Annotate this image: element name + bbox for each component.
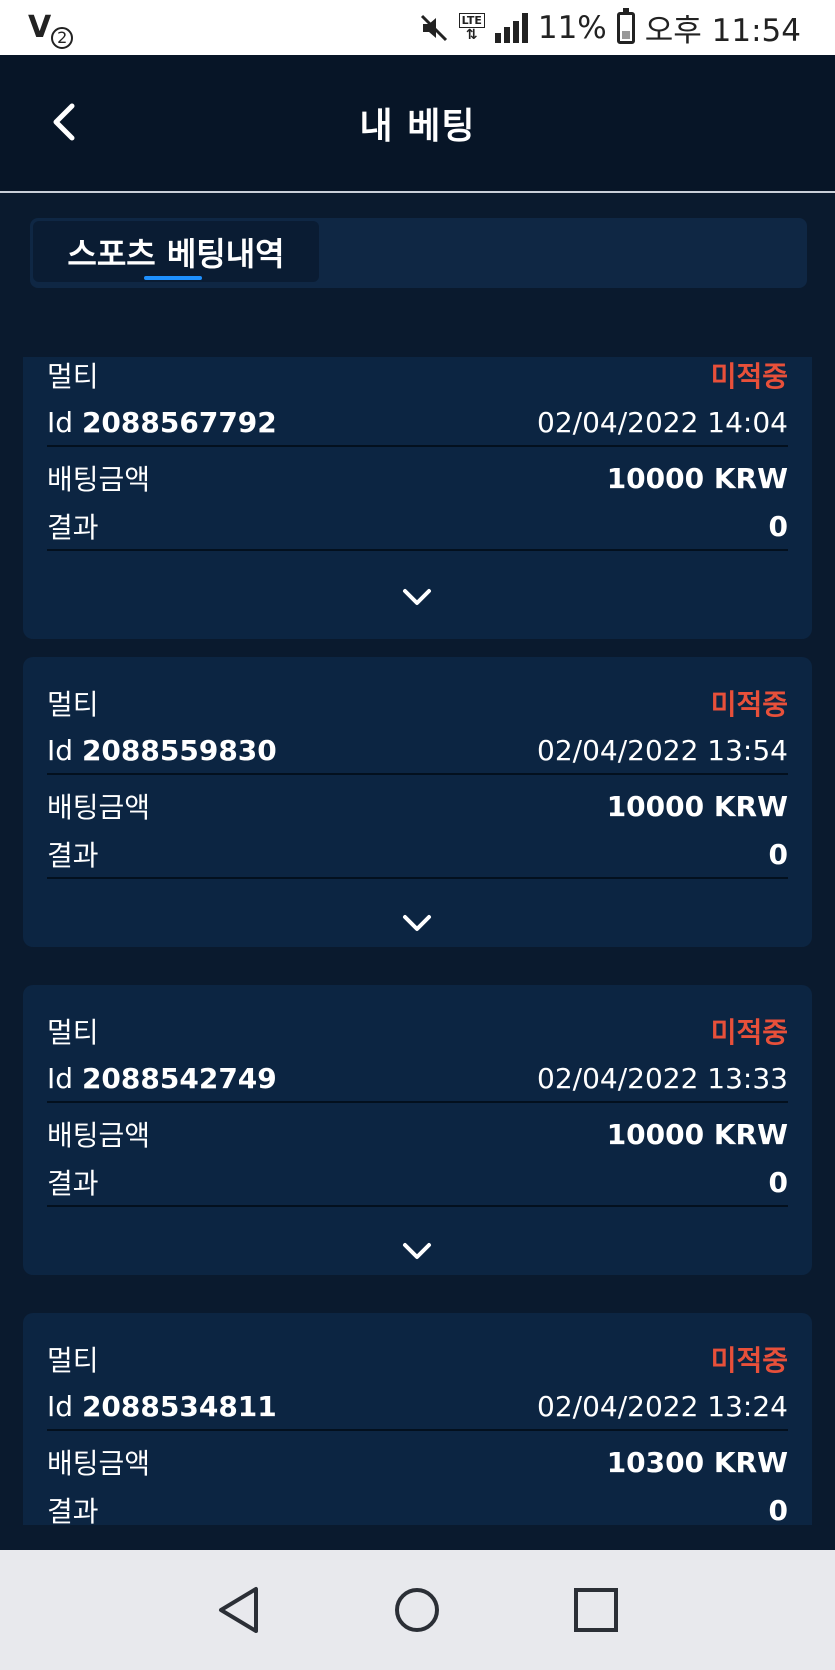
- bet-amount-row: 배팅금액 10000 KRW: [47, 1111, 788, 1157]
- bet-datetime: 02/04/2022 14:04: [537, 405, 788, 439]
- clock: 오후 11:54: [644, 13, 801, 49]
- battery-icon: [616, 7, 635, 44]
- bet-type: 멀티: [47, 1344, 99, 1377]
- expand-button[interactable]: [393, 577, 441, 617]
- result-label: 결과: [47, 511, 99, 544]
- amount-label: 배팅금액: [47, 1119, 151, 1152]
- bet-id-row: Id 2088559830 02/04/2022 13:54: [47, 727, 788, 775]
- bet-type-row: 멀티 미적중: [47, 1013, 788, 1049]
- bet-result-row: 결과 0: [47, 503, 788, 551]
- bet-result-row: 결과 0: [47, 1159, 788, 1207]
- result-label: 결과: [47, 839, 99, 872]
- triangle-back-icon: [219, 1587, 259, 1633]
- result-label: 결과: [47, 1167, 99, 1200]
- app-header: 내 베팅: [0, 55, 835, 193]
- bet-list[interactable]: 멀티 미적중 Id 2088567792 02/04/2022 14:04 배팅…: [23, 357, 812, 1525]
- bet-id-row: Id 2088534811 02/04/2022 13:24: [47, 1383, 788, 1431]
- bet-result-row: 결과 0: [47, 1487, 788, 1526]
- bet-result: 0: [768, 1165, 788, 1199]
- amount-label: 배팅금액: [47, 1447, 151, 1480]
- bet-amount: 10300 KRW: [606, 1445, 788, 1479]
- status-left: V2: [28, 10, 74, 49]
- chevron-down-icon: [403, 1243, 431, 1259]
- system-nav-bar: [0, 1550, 835, 1670]
- bet-id: Id 2088559830: [47, 733, 277, 767]
- expand-button[interactable]: [393, 903, 441, 943]
- bet-id: Id 2088567792: [47, 405, 277, 439]
- bet-result: 0: [768, 837, 788, 871]
- bet-status: 미적중: [710, 1344, 788, 1377]
- amount-label: 배팅금액: [47, 791, 151, 824]
- tab-sports-bet-history[interactable]: 스포츠 베팅내역: [33, 221, 319, 282]
- tab-active-indicator: [144, 276, 202, 280]
- bet-result-row: 결과 0: [47, 831, 788, 879]
- nav-home-button[interactable]: [387, 1580, 447, 1640]
- bet-result: 0: [768, 509, 788, 543]
- chevron-left-icon: [53, 103, 75, 141]
- result-label: 결과: [47, 1495, 99, 1525]
- mute-icon: [419, 13, 449, 43]
- bet-type-row: 멀티 미적중: [47, 685, 788, 721]
- bet-id: Id 2088534811: [47, 1389, 277, 1423]
- status-right: LTE ⇅ 11% 오후 11:54: [419, 5, 801, 50]
- amount-label: 배팅금액: [47, 463, 151, 496]
- bet-datetime: 02/04/2022 13:24: [537, 1389, 788, 1423]
- nav-back-button[interactable]: [209, 1580, 269, 1640]
- tab-label: 스포츠 베팅내역: [67, 234, 285, 273]
- bet-id: Id 2088542749: [47, 1061, 277, 1095]
- bet-id-row: Id 2088567792 02/04/2022 14:04: [47, 399, 788, 447]
- bet-datetime: 02/04/2022 13:33: [537, 1061, 788, 1095]
- battery-percent: 11%: [537, 9, 607, 46]
- page-title: 내 베팅: [359, 106, 476, 147]
- bet-datetime: 02/04/2022 13:54: [537, 733, 788, 767]
- status-bar: V2 LTE ⇅ 11% 오후 11:54: [0, 0, 835, 55]
- bet-amount-row: 배팅금액 10000 KRW: [47, 783, 788, 829]
- chevron-down-icon: [403, 589, 431, 605]
- bet-type-row: 멀티 미적중: [47, 1341, 788, 1377]
- bet-card: 멀티 미적중 Id 2088567792 02/04/2022 14:04 배팅…: [23, 357, 812, 639]
- nav-recent-button[interactable]: [566, 1580, 626, 1640]
- bet-card: 멀티 미적중 Id 2088559830 02/04/2022 13:54 배팅…: [23, 657, 812, 947]
- bet-type: 멀티: [47, 688, 99, 721]
- bet-amount-row: 배팅금액 10300 KRW: [47, 1439, 788, 1485]
- lte-icon: LTE ⇅: [458, 13, 485, 42]
- bet-status: 미적중: [710, 1016, 788, 1049]
- bet-card: 멀티 미적중 Id 2088534811 02/04/2022 13:24 배팅…: [23, 1313, 812, 1525]
- bet-id-row: Id 2088542749 02/04/2022 13:33: [47, 1055, 788, 1103]
- circle-home-icon: [395, 1588, 440, 1632]
- bet-status: 미적중: [710, 360, 788, 393]
- bet-card: 멀티 미적중 Id 2088542749 02/04/2022 13:33 배팅…: [23, 985, 812, 1275]
- expand-button[interactable]: [393, 1231, 441, 1271]
- carrier-logo-icon: V2: [28, 10, 74, 49]
- signal-icon: [494, 12, 528, 43]
- bet-amount-row: 배팅금액 10000 KRW: [47, 455, 788, 501]
- bet-type: 멀티: [47, 1016, 99, 1049]
- bet-type: 멀티: [47, 360, 99, 393]
- tab-bar: 스포츠 베팅내역: [30, 218, 807, 288]
- bet-status: 미적중: [710, 688, 788, 721]
- bet-amount: 10000 KRW: [606, 789, 788, 823]
- bet-amount: 10000 KRW: [606, 1117, 788, 1151]
- bet-result: 0: [768, 1493, 788, 1526]
- bet-amount: 10000 KRW: [606, 461, 788, 495]
- chevron-down-icon: [403, 915, 431, 931]
- square-recent-icon: [573, 1588, 618, 1632]
- back-button[interactable]: [42, 97, 86, 147]
- bet-type-row: 멀티 미적중: [47, 357, 788, 393]
